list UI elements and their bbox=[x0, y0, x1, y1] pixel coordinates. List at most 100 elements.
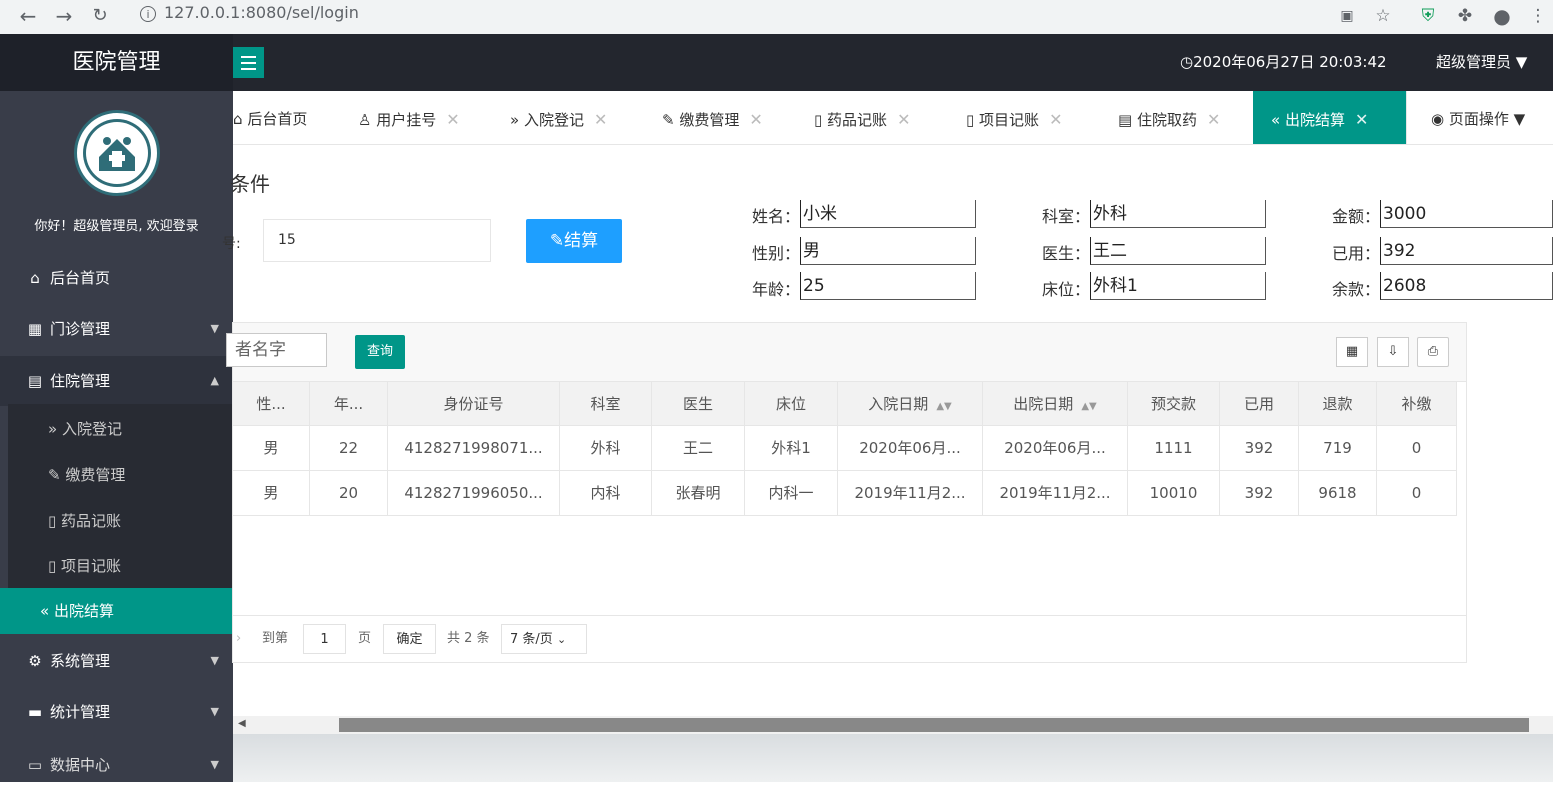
scroll-left-icon[interactable]: ◀ bbox=[238, 718, 246, 729]
doctor-field[interactable]: 王二 bbox=[1090, 237, 1266, 265]
table-cell: 1111 bbox=[1128, 426, 1220, 471]
reload-icon[interactable]: ↻ bbox=[86, 2, 114, 30]
table-cell: 20 bbox=[310, 471, 388, 516]
settle-button-label: 结算 bbox=[564, 231, 599, 251]
sidebar-subitem-admission[interactable]: » 入院登记 bbox=[8, 406, 233, 452]
name-field[interactable]: 小米 bbox=[800, 200, 976, 228]
tab-home[interactable]: ⌂ 后台首页 bbox=[233, 91, 307, 144]
puzzle-icon[interactable]: ✤ bbox=[1452, 3, 1478, 29]
table-cell: 男 bbox=[233, 471, 310, 516]
tab-registration[interactable]: ♙ 用户挂号 ✕ bbox=[358, 91, 460, 144]
column-header-discharge-date[interactable]: 出院日期 ▲▼ bbox=[983, 382, 1128, 426]
chevron-down-icon: ⌄ bbox=[556, 633, 567, 646]
column-header-prepaid[interactable]: 预交款 bbox=[1128, 382, 1220, 426]
caret-down-icon: ▼ bbox=[1515, 53, 1528, 71]
department-field[interactable]: 外科 bbox=[1090, 200, 1266, 228]
target-icon: ◉ bbox=[1431, 110, 1445, 128]
sidebar-subitem-discharge[interactable]: « 出院结算 bbox=[0, 588, 233, 634]
sidebar-item-home[interactable]: ⌂ 后台首页 bbox=[0, 253, 233, 303]
gender-field[interactable]: 男 bbox=[800, 237, 976, 265]
sidebar-item-outpatient[interactable]: ▦ 门诊管理 ▼ bbox=[0, 304, 233, 354]
amount-label: 金额： bbox=[1331, 207, 1380, 226]
address-bar[interactable]: i 127.0.0.1:8080/sel/login bbox=[126, 0, 1306, 28]
sidebar-item-inpatient[interactable]: ▤ 住院管理 ▲ bbox=[0, 356, 233, 406]
column-header-used[interactable]: 已用 bbox=[1220, 382, 1299, 426]
close-icon[interactable]: ✕ bbox=[897, 110, 910, 129]
goto-confirm-button[interactable]: 确定 bbox=[383, 624, 436, 654]
account-icon[interactable]: ● bbox=[1489, 3, 1515, 29]
sidebar-item-data-center[interactable]: ▭ 数据中心 ▼ bbox=[0, 740, 233, 790]
column-header-age[interactable]: 年... bbox=[310, 382, 388, 426]
scrollbar-thumb[interactable] bbox=[339, 718, 1529, 732]
close-icon[interactable]: ✕ bbox=[594, 110, 607, 129]
sidebar-subitem-payment[interactable]: ✎ 缴费管理 bbox=[8, 452, 233, 498]
caret-down-icon: ▼ bbox=[210, 654, 219, 667]
book-icon: ▯ bbox=[48, 512, 57, 530]
export-icon[interactable]: ⇩ bbox=[1377, 337, 1409, 367]
tab-label: 入院登记 bbox=[523, 111, 584, 129]
close-icon[interactable]: ✕ bbox=[749, 110, 762, 129]
gear-icon: ⚙ bbox=[28, 652, 42, 670]
more-icon[interactable]: ⋮ bbox=[1525, 3, 1551, 29]
sidebar-item-label: 数据中心 bbox=[50, 756, 111, 774]
user-menu[interactable]: 超级管理员 ▼ bbox=[1436, 34, 1527, 91]
sidebar-subitem-drug-billing[interactable]: ▯ 药品记账 bbox=[8, 498, 233, 544]
page-size-select[interactable]: 7 条/页 ⌄ bbox=[501, 624, 587, 654]
column-header-admit-date[interactable]: 入院日期 ▲▼ bbox=[838, 382, 983, 426]
forward-icon[interactable]: → bbox=[50, 2, 78, 30]
sort-icon[interactable]: ▲▼ bbox=[936, 401, 951, 412]
back-icon[interactable]: ← bbox=[14, 2, 42, 30]
close-icon[interactable]: ✕ bbox=[1207, 110, 1220, 129]
page-operations-menu[interactable]: ◉ 页面操作 ▼ bbox=[1406, 91, 1553, 144]
sidebar-subitem-item-billing[interactable]: ▯ 项目记账 bbox=[8, 543, 233, 589]
close-icon[interactable]: ✕ bbox=[1049, 110, 1062, 129]
column-header-gender[interactable]: 性... bbox=[233, 382, 310, 426]
page-number-input[interactable]: 1 bbox=[303, 624, 346, 654]
print-icon[interactable]: ⎙ bbox=[1417, 337, 1449, 367]
close-icon[interactable]: ✕ bbox=[446, 110, 459, 129]
sidebar-subitem-label: 项目记账 bbox=[61, 557, 122, 575]
star-icon[interactable]: ☆ bbox=[1370, 3, 1396, 29]
tab-label: 出院结算 bbox=[1284, 111, 1345, 129]
folder-icon: ▭ bbox=[27, 756, 43, 774]
column-header-department[interactable]: 科室 bbox=[560, 382, 652, 426]
tab-discharge[interactable]: « 出院结算 ✕ bbox=[1253, 91, 1406, 144]
info-icon[interactable]: i bbox=[140, 5, 156, 22]
balance-field[interactable]: 2608 bbox=[1380, 272, 1553, 300]
used-field[interactable]: 392 bbox=[1380, 237, 1553, 265]
column-header-id-number[interactable]: 身份证号 bbox=[388, 382, 560, 426]
query-button[interactable]: 查询 bbox=[355, 335, 405, 369]
bed-field[interactable]: 外科1 bbox=[1090, 272, 1266, 300]
table-cell: 22 bbox=[310, 426, 388, 471]
tab-item-billing[interactable]: ▯ 项目记账 ✕ bbox=[966, 91, 1062, 144]
inpatient-number-input[interactable]: 15 bbox=[263, 219, 491, 262]
columns-icon[interactable]: ▦ bbox=[1336, 337, 1368, 367]
patient-name-search-input[interactable]: 者名字 bbox=[226, 333, 327, 367]
age-field[interactable]: 25 bbox=[800, 272, 976, 300]
translate-icon[interactable]: ▣ bbox=[1334, 3, 1360, 29]
shield-icon[interactable]: ⛨ bbox=[1415, 3, 1441, 29]
table-cell: 9618 bbox=[1299, 471, 1377, 516]
sort-icon[interactable]: ▲▼ bbox=[1081, 401, 1096, 412]
age-label: 年龄： bbox=[751, 280, 800, 299]
column-header-refund[interactable]: 退款 bbox=[1299, 382, 1377, 426]
tab-label: 项目记账 bbox=[979, 111, 1040, 129]
column-header-doctor[interactable]: 医生 bbox=[652, 382, 745, 426]
used-label: 已用： bbox=[1331, 244, 1380, 263]
tab-drug-billing[interactable]: ▯ 药品记账 ✕ bbox=[814, 91, 910, 144]
grid-icon: ▦ bbox=[27, 320, 43, 338]
close-icon[interactable]: ✕ bbox=[1355, 110, 1368, 129]
menu-toggle-button[interactable] bbox=[233, 47, 264, 78]
sidebar-item-statistics[interactable]: ▬ 统计管理 ▼ bbox=[0, 687, 233, 737]
sidebar-item-system[interactable]: ⚙ 系统管理 ▼ bbox=[0, 636, 233, 686]
settle-button[interactable]: ✎结算 bbox=[526, 219, 622, 263]
amount-field[interactable]: 3000 bbox=[1380, 200, 1553, 228]
tab-medicine-pickup[interactable]: ▤ 住院取药 ✕ bbox=[1118, 91, 1220, 144]
tab-admission[interactable]: » 入院登记 ✕ bbox=[510, 91, 607, 144]
double-right-icon: » bbox=[48, 420, 58, 438]
table-cell: 10010 bbox=[1128, 471, 1220, 516]
tab-payment[interactable]: ✎ 缴费管理 ✕ bbox=[662, 91, 763, 144]
column-header-bed[interactable]: 床位 bbox=[745, 382, 838, 426]
column-header-supplement[interactable]: 补缴 bbox=[1377, 382, 1457, 426]
next-page-icon[interactable]: › bbox=[236, 624, 241, 654]
